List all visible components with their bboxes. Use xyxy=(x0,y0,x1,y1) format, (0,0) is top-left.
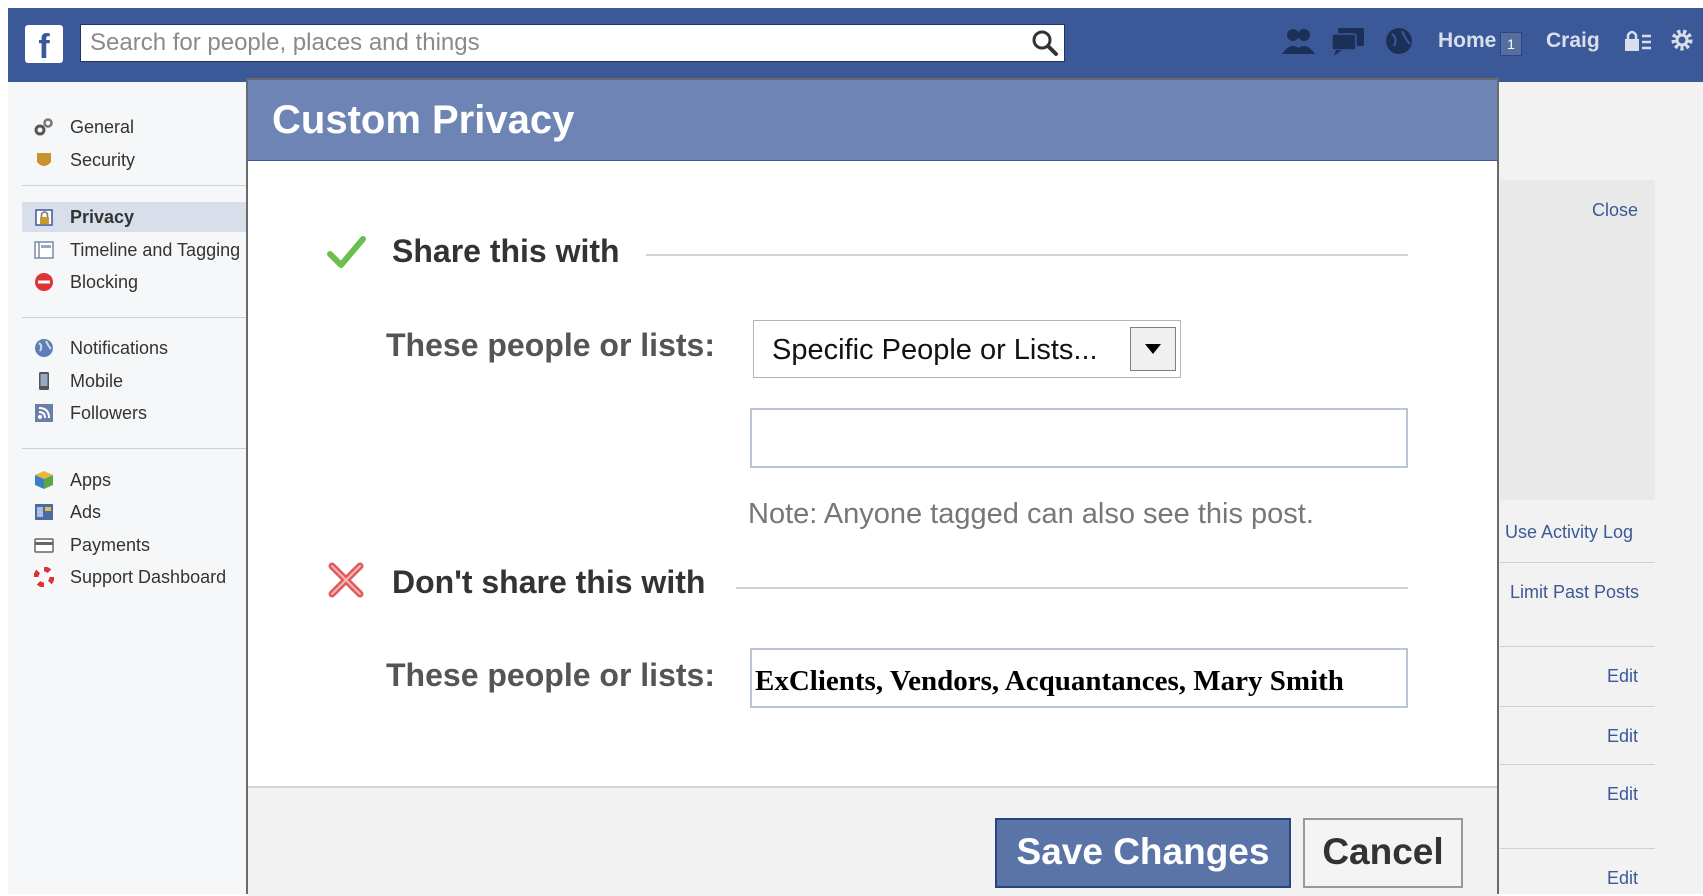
tagged-note: Note: Anyone tagged can also see this po… xyxy=(748,498,1314,530)
cube-icon xyxy=(35,471,53,489)
chevron-down-icon xyxy=(1145,344,1161,354)
privacy-shortcuts-icon[interactable] xyxy=(1622,28,1652,54)
sidebar-item-label: Privacy xyxy=(70,207,135,227)
search-icon[interactable] xyxy=(1030,29,1060,57)
home-link[interactable]: Home xyxy=(1438,26,1496,56)
sidebar-item-label: General xyxy=(70,117,135,137)
activity-log-link[interactable]: Use Activity Log xyxy=(1505,522,1633,543)
search-input[interactable]: Search for people, places and things xyxy=(90,24,990,62)
row-divider xyxy=(1500,764,1655,765)
blocked-icon xyxy=(35,273,53,291)
phone-icon xyxy=(39,372,49,390)
limit-past-posts-link[interactable]: Limit Past Posts xyxy=(1510,582,1639,603)
background-settings-box xyxy=(1500,180,1655,500)
sidebar-item-label: Security xyxy=(70,150,136,170)
rss-icon xyxy=(35,404,53,422)
lock-icon xyxy=(35,209,53,226)
sidebar-divider xyxy=(22,448,248,449)
cross-icon xyxy=(328,562,364,598)
except-field-label: These people or lists: xyxy=(386,657,715,693)
sidebar-item-label: Blocking xyxy=(70,272,139,292)
share-people-input[interactable] xyxy=(750,408,1408,468)
timeline-icon xyxy=(34,241,54,259)
profile-link[interactable]: Craig xyxy=(1546,26,1600,56)
home-count-badge: 1 xyxy=(1500,32,1522,56)
sidebar-item-label: Ads xyxy=(70,502,102,522)
sidebar-item-label: Mobile xyxy=(70,371,124,391)
edit-link[interactable]: Edit xyxy=(1607,784,1638,805)
edit-link[interactable]: Edit xyxy=(1607,868,1638,889)
share-section-title: Share this with xyxy=(392,233,620,269)
checkmark-icon xyxy=(327,236,366,268)
messages-icon[interactable] xyxy=(1330,26,1366,56)
row-divider xyxy=(1500,706,1655,707)
except-people-value: ExClients, Vendors, Acquantances, Mary S… xyxy=(755,665,1344,697)
close-link[interactable]: Close xyxy=(1592,200,1638,221)
sidebar-item-label: Followers xyxy=(70,403,148,423)
row-divider xyxy=(1500,646,1655,647)
facebook-logo[interactable]: f xyxy=(25,25,63,63)
sidebar-item-label: Apps xyxy=(70,470,112,490)
friend-requests-icon[interactable] xyxy=(1280,26,1316,56)
sidebar-divider xyxy=(22,185,248,186)
card-icon xyxy=(34,538,54,553)
sidebar-item-label: Notifications xyxy=(70,338,169,358)
settings-gear-icon[interactable] xyxy=(1668,26,1696,54)
section-rule xyxy=(736,587,1408,589)
sidebar-divider xyxy=(22,317,248,318)
row-divider xyxy=(1500,562,1655,563)
dialog-title: Custom Privacy xyxy=(272,98,575,142)
sidebar-item-label: Support Dashboard xyxy=(70,567,227,587)
gears-icon xyxy=(34,118,53,136)
custom-privacy-dialog xyxy=(246,78,1499,894)
badge-icon xyxy=(37,153,51,166)
sidebar-item-label: Payments xyxy=(70,535,151,555)
cancel-button[interactable]: Cancel xyxy=(1303,818,1463,888)
row-divider xyxy=(1500,848,1655,849)
notifications-globe-icon[interactable] xyxy=(1382,26,1418,56)
sidebar-item-privacy[interactable]: Privacy xyxy=(22,202,248,232)
save-changes-button[interactable]: Save Changes xyxy=(995,818,1291,888)
section-rule xyxy=(646,254,1408,256)
edit-link[interactable]: Edit xyxy=(1607,726,1638,747)
lifebuoy-icon xyxy=(34,567,54,587)
edit-link[interactable]: Edit xyxy=(1607,666,1638,687)
share-field-label: These people or lists: xyxy=(386,327,715,363)
sidebar-item-label: Timeline and Tagging xyxy=(70,240,241,260)
globe-icon xyxy=(35,339,53,357)
audience-select-value: Specific People or Lists... xyxy=(772,334,1098,366)
dropdown-arrow-button[interactable] xyxy=(1130,327,1176,371)
except-section-title: Don't share this with xyxy=(392,564,706,600)
ads-icon xyxy=(35,504,53,520)
